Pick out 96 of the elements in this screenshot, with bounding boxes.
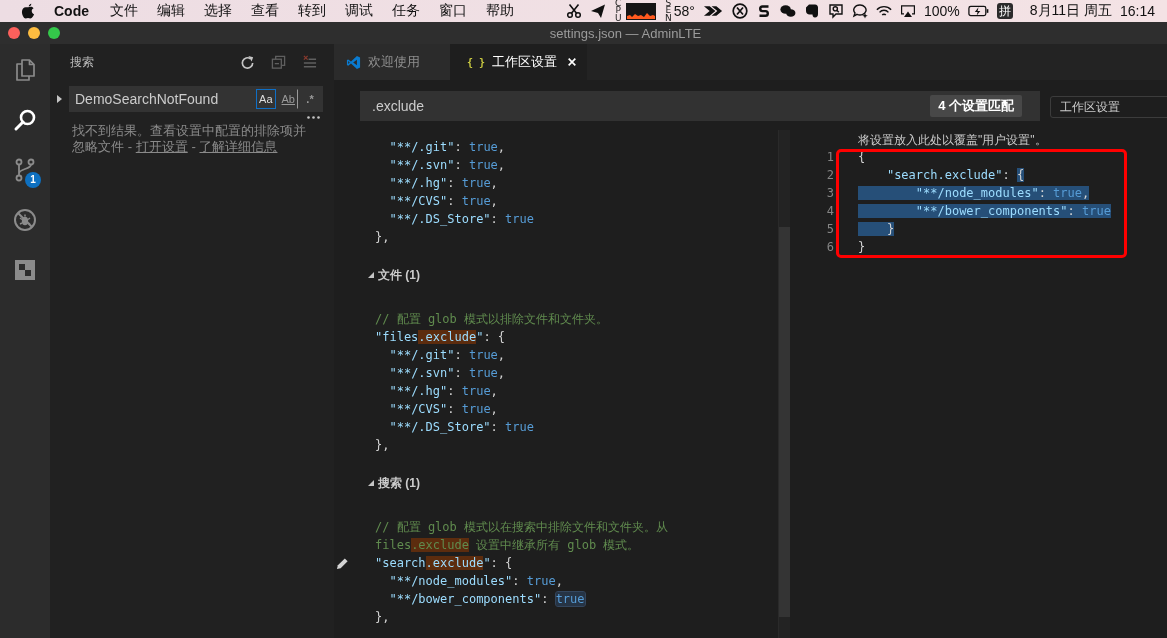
- refresh-icon[interactable]: [240, 54, 255, 70]
- double-chevron-icon[interactable]: [702, 3, 724, 19]
- battery-charging-icon[interactable]: [967, 3, 989, 19]
- menu-item[interactable]: 编辑: [157, 2, 185, 20]
- line-number: 2: [825, 167, 834, 184]
- chat-bubbles-icon[interactable]: [779, 3, 796, 19]
- menu-item[interactable]: 窗口: [439, 2, 467, 20]
- sensor-label: SEN: [663, 0, 673, 22]
- minimize-window-button[interactable]: [28, 27, 40, 39]
- code-line: "**/.svn": true,: [389, 365, 506, 382]
- menu-item[interactable]: 查看: [251, 2, 279, 20]
- group-header[interactable]: 搜索 (1): [334, 474, 420, 492]
- menu-item[interactable]: 任务: [392, 2, 420, 20]
- apple-icon[interactable]: [21, 3, 35, 19]
- cpu-label: CPU: [613, 0, 623, 22]
- screen-triangle-icon[interactable]: [899, 3, 916, 19]
- zoom-window-button[interactable]: [48, 27, 60, 39]
- code-line: "search.exclude": {: [886, 167, 1025, 184]
- code-line: "**/bower_components": true: [389, 591, 585, 608]
- search-field[interactable]: DemoSearchNotFound Aa Ab .*: [69, 86, 323, 112]
- group-header[interactable]: 文件 (1): [334, 266, 420, 284]
- braces-icon: { }: [467, 56, 486, 68]
- menu-item[interactable]: 文件: [110, 2, 138, 20]
- settings-search-field[interactable]: .exclude 4 个设置匹配: [360, 91, 1040, 121]
- window-title: settings.json — AdminLTE: [549, 26, 702, 41]
- code-line: "**/.git": true,: [389, 347, 506, 364]
- code-line: "search.exclude": {: [375, 555, 513, 572]
- code-line: files.exclude 设置中继承所有 glob 模式。: [375, 537, 640, 554]
- code-line: },: [375, 437, 390, 454]
- logo-icon: [346, 54, 361, 70]
- settings-hint: 将设置放入此处以覆盖"用户设置"。: [858, 133, 1047, 147]
- battery-percentage[interactable]: 100%: [923, 3, 960, 19]
- code-line: },: [375, 609, 390, 626]
- circled-x-icon[interactable]: [731, 3, 748, 19]
- cpu-graph[interactable]: [625, 2, 656, 20]
- line-number: 3: [825, 185, 834, 202]
- pencil-icon[interactable]: [336, 556, 349, 570]
- code-line: "**/.DS_Store": true: [389, 419, 534, 436]
- line-number: 6: [825, 239, 834, 256]
- editor-tab[interactable]: { } 工作区设置: [450, 44, 588, 80]
- chat-sparkle-icon[interactable]: [851, 3, 868, 19]
- code-line: "**/node_modules": true,: [858, 184, 1090, 202]
- code-line: "files.exclude": {: [375, 329, 506, 346]
- close-window-button[interactable]: [8, 27, 20, 39]
- panel-title: 搜索: [70, 54, 95, 70]
- no-results-message: 找不到结果。查看设置中配置的排除项并忽略文件 - 打开设置 - 了解详细信息: [71, 123, 307, 155]
- files-icon[interactable]: [13, 58, 37, 82]
- code-line: "**/.git": true,: [389, 139, 506, 156]
- blocks-icon[interactable]: [13, 258, 37, 282]
- expand-triangle-icon[interactable]: [368, 272, 374, 278]
- line-number: 4: [825, 203, 834, 220]
- temperature-reading[interactable]: 58°: [673, 3, 695, 19]
- branch-icon[interactable]: [13, 158, 37, 182]
- match-count-badge: 4 个设置匹配: [930, 95, 1022, 117]
- menu-item[interactable]: 调试: [345, 2, 373, 20]
- code-line: "**/.hg": true,: [389, 175, 498, 192]
- code-line: "**/bower_components": true: [858, 202, 1111, 220]
- code-line: // 配置 glob 模式以在搜索中排除文件和文件夹。从: [375, 519, 669, 536]
- code-line: "**/.DS_Store": true: [389, 211, 534, 228]
- clear-results-icon[interactable]: [302, 54, 317, 70]
- bug-slash-icon[interactable]: [13, 208, 37, 232]
- search-option-toggle[interactable]: Aa: [256, 89, 276, 109]
- menu-item[interactable]: 帮助: [486, 2, 514, 20]
- code-line: },: [375, 229, 390, 246]
- text-link[interactable]: 了解详细信息: [199, 139, 278, 154]
- search-option-toggle[interactable]: .*: [301, 89, 319, 109]
- code-line: "**/CVS": true,: [389, 401, 498, 418]
- text-link[interactable]: 打开设置: [135, 139, 188, 154]
- input-method-indicator[interactable]: 拼: [996, 3, 1013, 19]
- code-line: "**/CVS": true,: [389, 193, 498, 210]
- app-menu[interactable]: Code: [54, 3, 89, 19]
- editor-tab[interactable]: 欢迎使用: [334, 44, 450, 80]
- notification-badge: 1: [25, 172, 41, 188]
- line-number: 5: [825, 221, 834, 238]
- paper-plane-icon[interactable]: [589, 3, 606, 19]
- search-icon[interactable]: [13, 108, 37, 132]
- blob-icon[interactable]: [803, 3, 820, 19]
- expand-triangle-icon[interactable]: [368, 480, 374, 486]
- scissors-icon[interactable]: [565, 3, 582, 19]
- menu-item[interactable]: 转到: [298, 2, 326, 20]
- date-text[interactable]: 8月11日 周五: [1029, 2, 1112, 20]
- code-line: }: [858, 239, 866, 256]
- more-icon[interactable]: [307, 115, 320, 119]
- code-line: // 配置 glob 模式以排除文件和文件夹。: [375, 311, 609, 328]
- collapse-all-icon[interactable]: [271, 54, 286, 70]
- settings-target-dropdown[interactable]: 工作区设置: [1050, 96, 1167, 118]
- magnifier-bubble-icon[interactable]: [827, 3, 844, 19]
- menu-item[interactable]: 选择: [204, 2, 232, 20]
- close-icon[interactable]: [567, 57, 578, 67]
- line-number: 1: [825, 149, 834, 166]
- expand-triangle-icon[interactable]: [56, 94, 63, 104]
- clock-text[interactable]: 16:14: [1119, 3, 1155, 19]
- code-line: "**/node_modules": true,: [389, 573, 563, 590]
- code-line: "**/.hg": true,: [389, 383, 498, 400]
- search-option-toggle[interactable]: Ab: [278, 89, 298, 109]
- code-line: "**/.svn": true,: [389, 157, 506, 174]
